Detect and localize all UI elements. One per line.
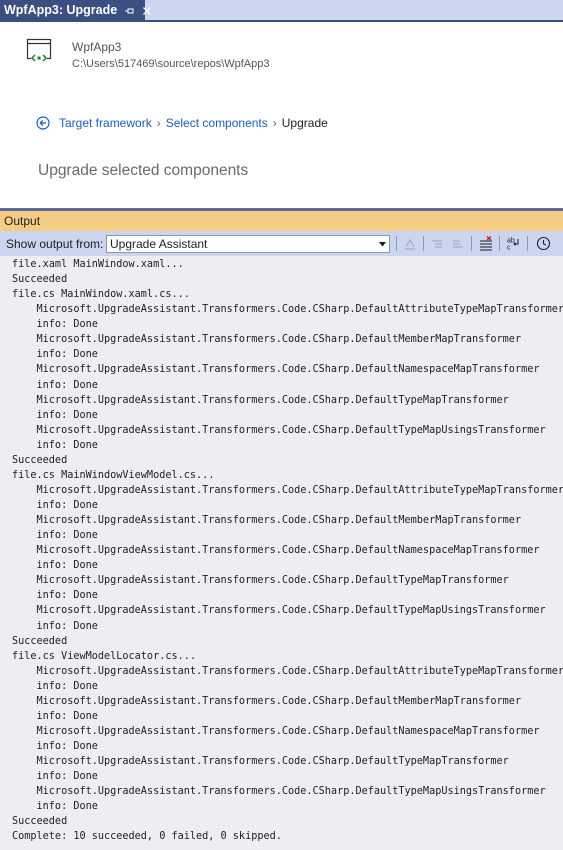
document-tab[interactable]: WpfApp3: Upgrade bbox=[0, 0, 152, 20]
svg-text:c: c bbox=[507, 245, 511, 252]
back-arrow-icon[interactable] bbox=[36, 116, 50, 130]
output-line: file.cs ViewModelLocator.cs... bbox=[12, 650, 197, 662]
toolbar-separator bbox=[527, 236, 528, 251]
output-line: Microsoft.UpgradeAssistant.Transformers.… bbox=[12, 575, 509, 587]
output-title-bar[interactable]: Output bbox=[0, 208, 563, 231]
toggle-word-wrap-icon[interactable]: ab c bbox=[505, 235, 523, 252]
project-name: WpfApp3 bbox=[72, 40, 122, 54]
breadcrumb-separator: › bbox=[156, 116, 161, 130]
output-line: info: Done bbox=[12, 560, 98, 572]
output-line: info: Done bbox=[12, 379, 98, 391]
chevron-down-icon bbox=[379, 242, 386, 247]
output-line: Microsoft.UpgradeAssistant.Transformers.… bbox=[12, 695, 522, 707]
output-line: file.xaml MainWindow.xaml... bbox=[12, 259, 184, 270]
output-line: Microsoft.UpgradeAssistant.Transformers.… bbox=[12, 665, 563, 677]
output-line: info: Done bbox=[12, 620, 98, 632]
output-line: Microsoft.UpgradeAssistant.Transformers.… bbox=[12, 786, 546, 798]
output-line: info: Done bbox=[12, 500, 98, 511]
output-line: info: Done bbox=[12, 530, 98, 542]
upgrade-page: WpfApp3 C:\Users\517469\source\repos\Wpf… bbox=[0, 22, 563, 208]
document-tab-strip: WpfApp3: Upgrade bbox=[0, 0, 563, 22]
output-source-value: Upgrade Assistant bbox=[110, 237, 208, 251]
output-line: file.cs MainWindowViewModel.cs... bbox=[12, 469, 215, 481]
breadcrumb-upgrade: Upgrade bbox=[281, 116, 328, 130]
find-message-icon[interactable] bbox=[401, 235, 419, 252]
output-line: Microsoft.UpgradeAssistant.Transformers.… bbox=[12, 545, 540, 557]
breadcrumb-separator: › bbox=[272, 116, 277, 130]
output-window: Output Show output from: Upgrade Assista… bbox=[0, 208, 563, 850]
output-line: Microsoft.UpgradeAssistant.Transformers.… bbox=[12, 304, 563, 316]
output-line: info: Done bbox=[12, 680, 98, 692]
toolbar-separator bbox=[423, 236, 424, 251]
output-line: Microsoft.UpgradeAssistant.Transformers.… bbox=[12, 515, 522, 527]
output-title: Output bbox=[4, 214, 41, 228]
project-path: C:\Users\517469\source\repos\WpfApp3 bbox=[72, 58, 270, 70]
output-line: Microsoft.UpgradeAssistant.Transformers.… bbox=[12, 725, 540, 737]
wpf-project-icon bbox=[24, 38, 54, 66]
output-line: Microsoft.UpgradeAssistant.Transformers.… bbox=[12, 394, 509, 406]
output-source-select[interactable]: Upgrade Assistant bbox=[106, 235, 390, 253]
output-line: info: Done bbox=[12, 710, 98, 722]
clear-all-icon[interactable] bbox=[477, 235, 495, 252]
show-output-label: Show output from: bbox=[6, 236, 104, 251]
output-toolbar: Show output from: Upgrade Assistant ab c bbox=[0, 231, 563, 256]
output-line: Microsoft.UpgradeAssistant.Transformers.… bbox=[12, 484, 563, 496]
output-line: info: Done bbox=[12, 319, 98, 331]
document-tab-title: WpfApp3: Upgrade bbox=[4, 3, 118, 17]
breadcrumb-target-framework[interactable]: Target framework bbox=[59, 116, 152, 130]
output-line: info: Done bbox=[12, 590, 98, 602]
previous-message-icon[interactable] bbox=[428, 235, 446, 252]
output-line: info: Done bbox=[12, 771, 98, 783]
output-line: Microsoft.UpgradeAssistant.Transformers.… bbox=[12, 756, 509, 768]
toggle-timestamp-icon[interactable] bbox=[534, 235, 552, 252]
output-line: info: Done bbox=[12, 349, 98, 361]
output-line: Succeeded bbox=[12, 635, 68, 647]
output-line: info: Done bbox=[12, 741, 98, 752]
output-line: file.cs MainWindow.xaml.cs... bbox=[12, 289, 190, 301]
output-line: Complete: 10 succeeded, 0 failed, 0 skip… bbox=[12, 831, 282, 843]
toolbar-separator bbox=[396, 236, 397, 251]
breadcrumb: Target framework › Select components › U… bbox=[36, 116, 328, 130]
step-title: Upgrade selected components bbox=[38, 162, 249, 179]
output-line: Microsoft.UpgradeAssistant.Transformers.… bbox=[12, 364, 540, 376]
output-line: Succeeded bbox=[12, 274, 68, 286]
next-message-icon[interactable] bbox=[449, 235, 467, 252]
pin-icon[interactable] bbox=[124, 4, 136, 16]
close-icon[interactable] bbox=[141, 4, 153, 16]
svg-text:ab: ab bbox=[507, 238, 515, 245]
output-line: Succeeded bbox=[12, 454, 68, 466]
output-line: info: Done bbox=[12, 409, 98, 421]
output-text-pane[interactable]: file.xaml MainWindow.xaml... Succeeded fil… bbox=[0, 256, 563, 850]
output-line: Microsoft.UpgradeAssistant.Transformers.… bbox=[12, 605, 546, 617]
toolbar-separator bbox=[471, 236, 472, 251]
output-line: info: Done bbox=[12, 801, 98, 813]
breadcrumb-select-components[interactable]: Select components bbox=[166, 116, 268, 130]
output-line: info: Done bbox=[12, 439, 98, 451]
output-line: Microsoft.UpgradeAssistant.Transformers.… bbox=[12, 424, 546, 436]
output-line: Microsoft.UpgradeAssistant.Transformers.… bbox=[12, 334, 522, 346]
toolbar-separator bbox=[499, 236, 500, 251]
output-line: Succeeded bbox=[12, 816, 68, 828]
